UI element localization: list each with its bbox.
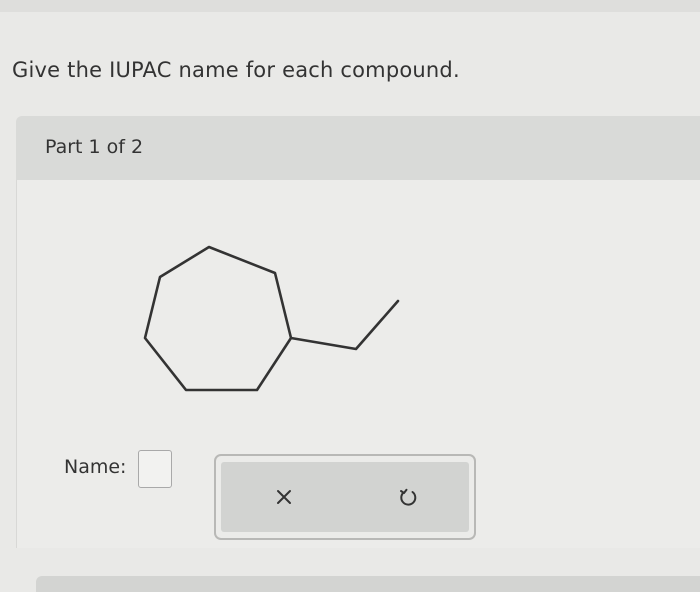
- action-bar: [214, 454, 476, 540]
- x-icon: [277, 490, 291, 504]
- undo-icon: [400, 488, 417, 506]
- action-bar-inner: [221, 462, 469, 532]
- ethyl-chain: [289, 299, 400, 351]
- name-input[interactable]: [138, 450, 172, 488]
- part-header: Part 1 of 2: [16, 116, 700, 180]
- question-panel: Name:: [16, 180, 700, 548]
- question-prompt: Give the IUPAC name for each compound.: [12, 58, 460, 82]
- next-part-header: [36, 576, 700, 592]
- molecule-structure: [143, 245, 400, 392]
- name-label: Name:: [64, 456, 127, 478]
- top-band: [0, 0, 700, 12]
- cycloheptane-ring: [143, 245, 293, 392]
- clear-button[interactable]: [267, 480, 301, 514]
- part-label: Part 1 of 2: [45, 136, 144, 158]
- undo-button[interactable]: [391, 480, 425, 514]
